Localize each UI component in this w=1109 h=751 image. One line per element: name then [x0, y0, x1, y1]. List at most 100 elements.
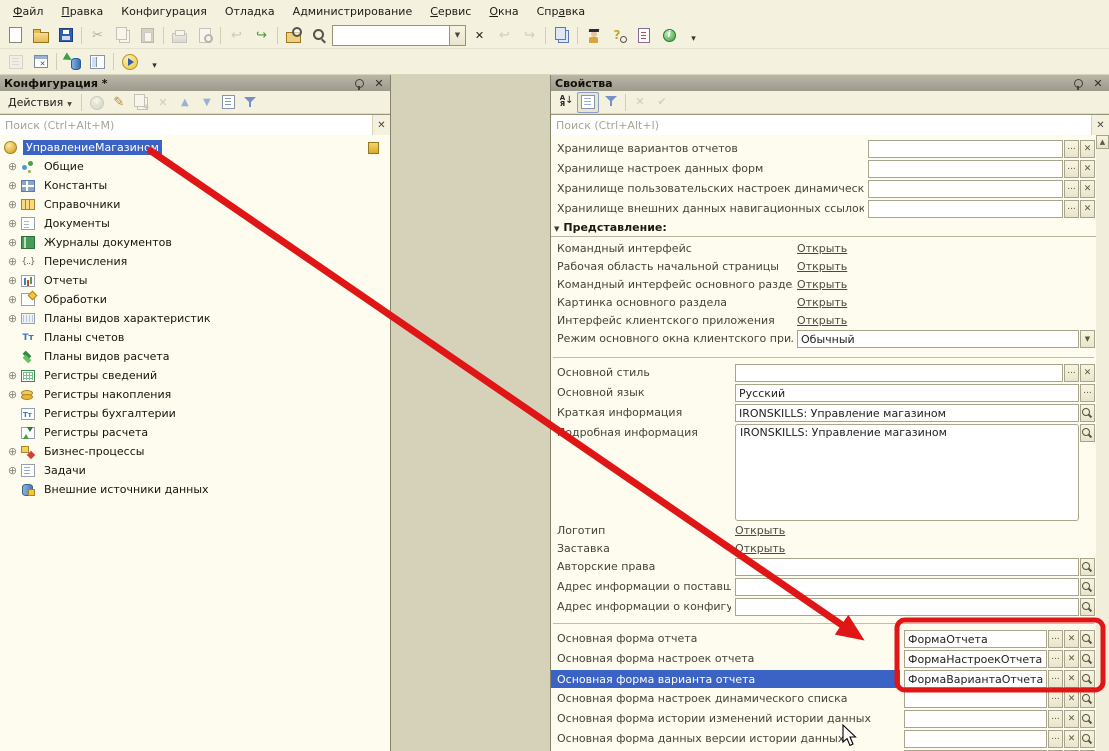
- clear-button[interactable]: [1080, 200, 1095, 218]
- window-x-button[interactable]: [29, 51, 52, 72]
- clear-button[interactable]: [1064, 670, 1079, 688]
- detailed-info-textarea[interactable]: IRONSKILLS: Управление магазином: [735, 424, 1079, 521]
- tree-item[interactable]: Регистры бухгалтерии: [0, 404, 390, 423]
- lookup-button[interactable]: [1048, 670, 1063, 688]
- property-row[interactable]: Основная форма истории изменений истории…: [551, 709, 1096, 729]
- clear-button[interactable]: [1064, 690, 1079, 708]
- pin-icon[interactable]: [1074, 79, 1083, 88]
- tree-item[interactable]: Документы: [0, 214, 390, 233]
- expand-icon[interactable]: [4, 255, 21, 268]
- lookup-button[interactable]: [1048, 690, 1063, 708]
- tree-item[interactable]: УправлениеМагазином: [0, 138, 390, 157]
- close-icon[interactable]: [1091, 77, 1105, 90]
- property-row[interactable]: Рабочая область начальной страницыОткрыт…: [551, 257, 1096, 275]
- property-row[interactable]: Адрес информации о конфигурации: [551, 597, 1096, 617]
- tree-item[interactable]: Обработки: [0, 290, 390, 309]
- apply-button[interactable]: [652, 92, 672, 111]
- lookup-button[interactable]: [1048, 710, 1063, 728]
- clear-button[interactable]: [1080, 180, 1095, 198]
- actions-menu-button[interactable]: Действия: [3, 95, 77, 110]
- value-field[interactable]: [735, 558, 1079, 576]
- property-row[interactable]: Основной языкРусский: [551, 383, 1096, 403]
- categories-button[interactable]: [577, 92, 599, 113]
- lookup-button[interactable]: [1064, 200, 1079, 218]
- value-field[interactable]: [868, 180, 1063, 198]
- tree-item[interactable]: Планы видов расчета: [0, 347, 390, 366]
- expand-icon[interactable]: [4, 274, 21, 287]
- undo-button[interactable]: [225, 25, 248, 46]
- lookup-button[interactable]: [1064, 364, 1079, 382]
- sort-az-button[interactable]: [555, 92, 575, 111]
- delete-button[interactable]: [630, 92, 650, 111]
- open-link[interactable]: Открыть: [797, 276, 847, 291]
- value-field[interactable]: [904, 710, 1047, 728]
- tree-item[interactable]: Отчеты: [0, 271, 390, 290]
- move-up-button[interactable]: [175, 93, 195, 112]
- tree-item[interactable]: Константы: [0, 176, 390, 195]
- property-row[interactable]: Подробная информацияIRONSKILLS: Управлен…: [551, 423, 1096, 521]
- configuration-windows-button[interactable]: [4, 51, 27, 72]
- magnifier-icon[interactable]: [1080, 690, 1095, 708]
- property-row[interactable]: Командный интерфейсОткрыть: [551, 239, 1096, 257]
- magnifier-icon[interactable]: [1080, 630, 1095, 648]
- clear-button[interactable]: [1080, 140, 1095, 158]
- value-field[interactable]: [904, 730, 1047, 748]
- menu-item[interactable]: Правка: [52, 2, 112, 21]
- open-link[interactable]: Открыть: [797, 294, 847, 309]
- magnifier-icon[interactable]: [1080, 598, 1095, 616]
- expand-icon[interactable]: [4, 179, 21, 192]
- expand-icon[interactable]: [4, 369, 21, 382]
- property-row[interactable]: Основная форма варианта отчетаФормаВариа…: [551, 669, 1096, 689]
- clear-button[interactable]: [1064, 710, 1079, 728]
- duplicate-button[interactable]: [131, 93, 151, 112]
- lookup-button[interactable]: [1048, 650, 1063, 668]
- pin-icon[interactable]: [355, 79, 364, 88]
- magnifier-icon[interactable]: [1080, 730, 1095, 748]
- go-forward-button[interactable]: [518, 25, 541, 46]
- add-button[interactable]: [87, 93, 107, 112]
- expand-icon[interactable]: [4, 198, 21, 211]
- property-row[interactable]: Основная форма данных версии истории дан…: [551, 729, 1096, 749]
- open-link[interactable]: Открыть: [735, 522, 785, 537]
- tree-item[interactable]: Задачи: [0, 461, 390, 480]
- lookup-button[interactable]: [1080, 384, 1095, 402]
- property-row[interactable]: Краткая информацияIRONSKILLS: Управление…: [551, 403, 1096, 423]
- menu-item[interactable]: Файл: [4, 2, 52, 21]
- value-field[interactable]: [735, 578, 1079, 596]
- close-icon[interactable]: [372, 77, 386, 90]
- value-field[interactable]: Русский: [735, 384, 1079, 402]
- tree-item[interactable]: Перечисления: [0, 252, 390, 271]
- save-button[interactable]: [54, 25, 77, 46]
- move-down-button[interactable]: [197, 93, 217, 112]
- tree-item[interactable]: Регистры накопления: [0, 385, 390, 404]
- tree-item[interactable]: Общие: [0, 157, 390, 176]
- magnifier-icon[interactable]: [1080, 558, 1095, 576]
- combo-dropdown-icon[interactable]: [449, 26, 465, 45]
- go-back-button[interactable]: [493, 25, 516, 46]
- property-row[interactable]: Хранилище настроек данных форм: [551, 159, 1096, 179]
- lookup-button[interactable]: [1048, 630, 1063, 648]
- expand-icon[interactable]: [4, 445, 21, 458]
- scroll-up-button[interactable]: [1096, 135, 1109, 149]
- lookup-button[interactable]: [1064, 140, 1079, 158]
- overflow-button[interactable]: [143, 51, 166, 72]
- value-field[interactable]: ФормаВариантаОтчета: [904, 670, 1047, 688]
- open-link[interactable]: Открыть: [797, 240, 847, 255]
- value-field[interactable]: [735, 598, 1079, 616]
- tree-item[interactable]: Регистры сведений: [0, 366, 390, 385]
- global-search-button[interactable]: [282, 25, 305, 46]
- lookup-button[interactable]: [1064, 180, 1079, 198]
- tree-item[interactable]: Бизнес-процессы: [0, 442, 390, 461]
- filter-button[interactable]: [601, 92, 621, 111]
- clipboard-collection-button[interactable]: [550, 25, 573, 46]
- property-row[interactable]: Основной стиль: [551, 363, 1096, 383]
- clear-button[interactable]: [1080, 364, 1095, 382]
- magnifier-icon[interactable]: [1080, 710, 1095, 728]
- run-button[interactable]: [118, 51, 141, 72]
- open-button[interactable]: [29, 25, 52, 46]
- clear-button[interactable]: [1080, 160, 1095, 178]
- clear-search-button[interactable]: [468, 25, 491, 46]
- open-link[interactable]: Открыть: [797, 312, 847, 327]
- tree-item[interactable]: Планы видов характеристик: [0, 309, 390, 328]
- menu-item[interactable]: Сервис: [421, 2, 480, 21]
